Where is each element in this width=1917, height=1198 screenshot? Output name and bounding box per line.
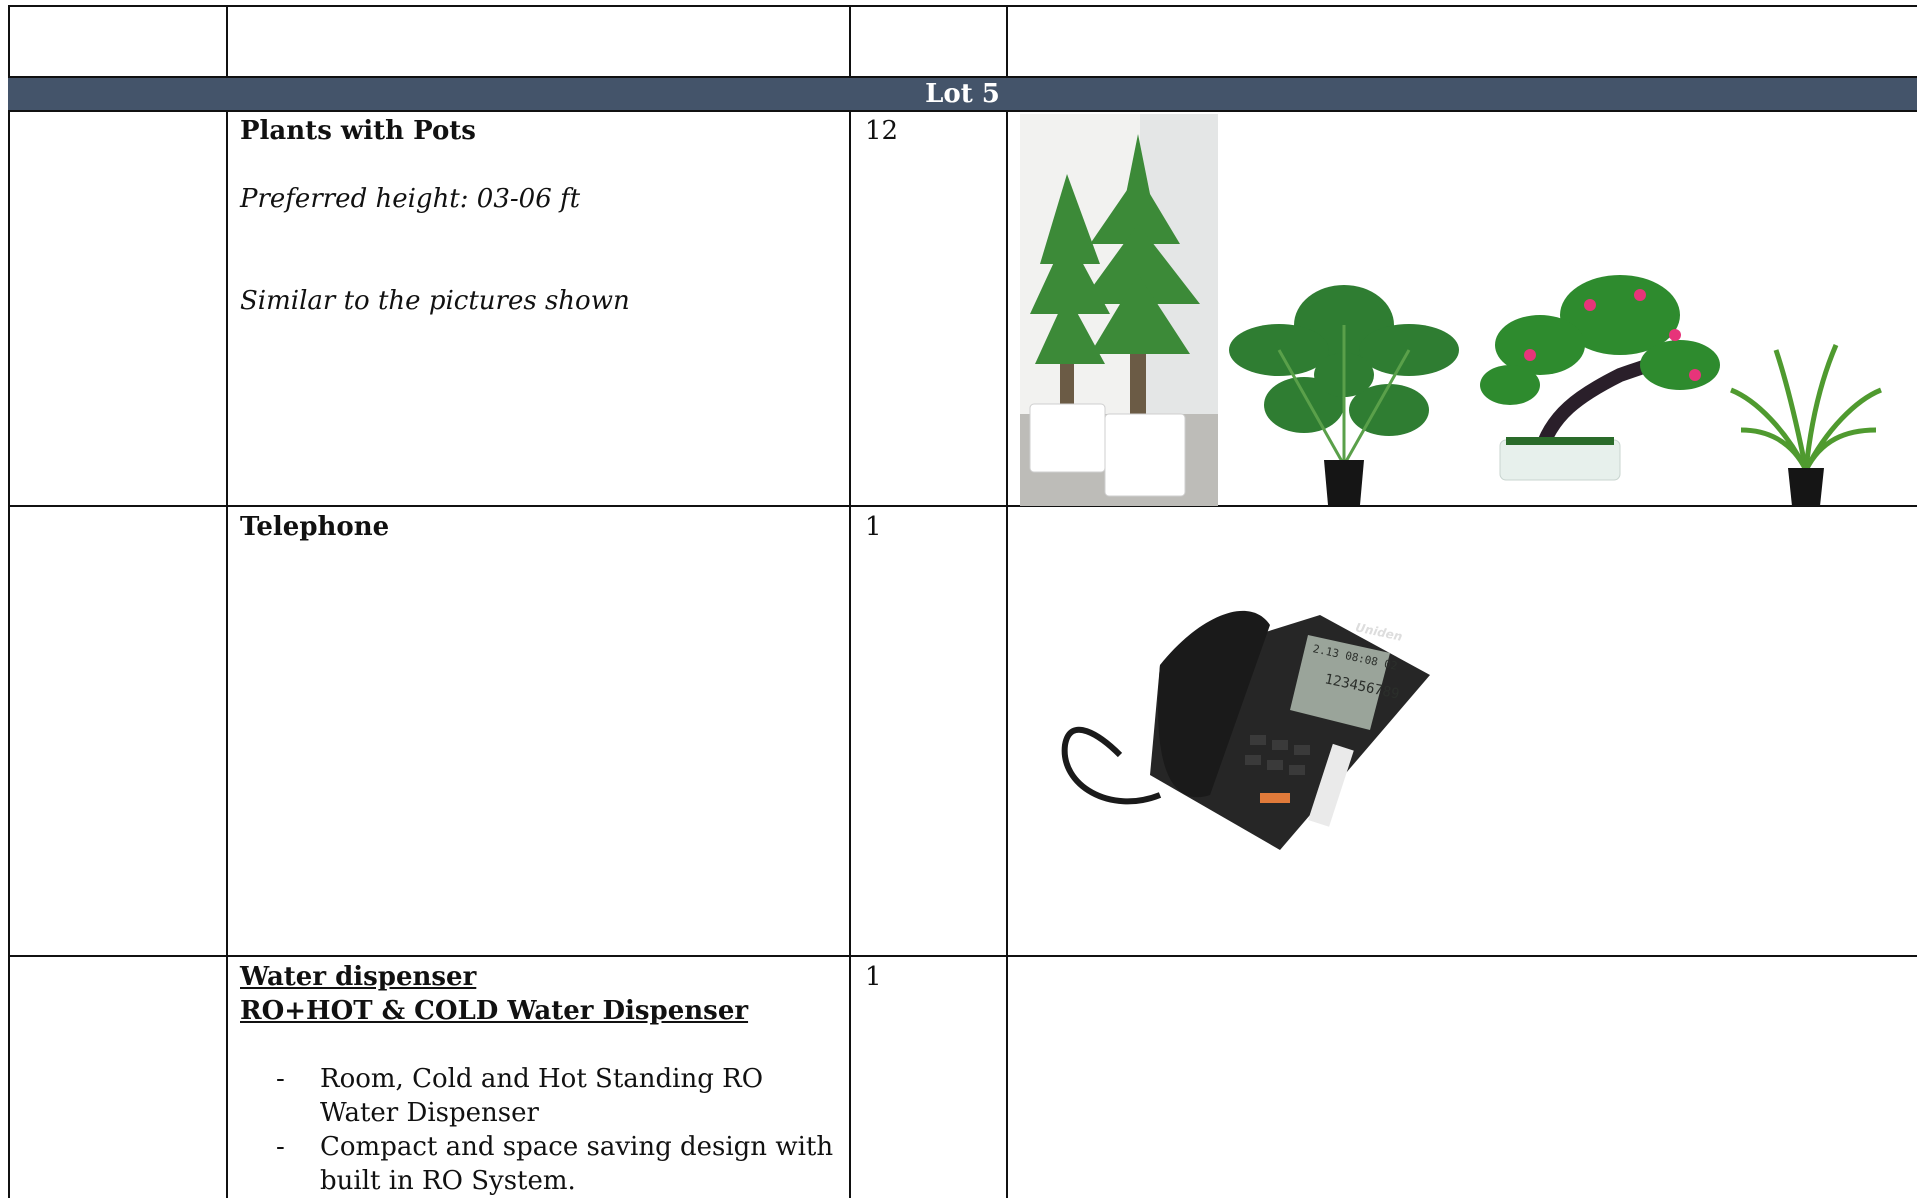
lot-title: Lot 5	[925, 79, 1000, 109]
item-qty: 1	[865, 512, 882, 542]
row-border	[8, 505, 1917, 507]
monstera-plant-icon	[1224, 255, 1464, 505]
item-subtitle: RO+HOT & COLD Water Dispenser	[240, 996, 749, 1026]
list-item: Compact and space saving design with bui…	[224, 1130, 840, 1198]
col-border	[226, 112, 228, 1198]
item-qty: 1	[865, 962, 882, 992]
col-border	[849, 112, 851, 1198]
col-border	[849, 5, 851, 77]
item-name: Water dispenser	[240, 962, 477, 992]
desk-telephone-icon: Uniden 2.13 08:08 02 123456789	[1050, 595, 1430, 855]
col-border	[1006, 112, 1008, 1198]
col-border	[8, 5, 10, 77]
col-border	[226, 5, 228, 77]
item-name: Plants with Pots	[240, 116, 476, 146]
feature-list: Room, Cold and Hot Standing RO Water Dis…	[224, 1062, 840, 1198]
item-height-note: Preferred height: 03-06 ft	[240, 184, 581, 214]
row-border	[8, 5, 1917, 7]
item-description-plants: Plants with Pots Preferred height: 03-06…	[240, 114, 840, 318]
lot-header-band: Lot 5	[8, 76, 1917, 112]
item-name: Telephone	[240, 512, 390, 542]
palm-plant-icon	[1726, 330, 1886, 506]
bonsai-plant-icon	[1470, 255, 1720, 505]
row-border	[8, 955, 1917, 957]
col-border	[1006, 5, 1008, 77]
item-description-water-dispenser: Water dispenser RO+HOT & COLD Water Disp…	[240, 960, 840, 1198]
item-similar-note: Similar to the pictures shown	[240, 286, 630, 316]
col-border	[8, 112, 10, 1198]
item-qty: 12	[865, 116, 899, 146]
list-item: Room, Cold and Hot Standing RO Water Dis…	[224, 1062, 840, 1130]
yucca-plants-icon	[1020, 114, 1218, 506]
